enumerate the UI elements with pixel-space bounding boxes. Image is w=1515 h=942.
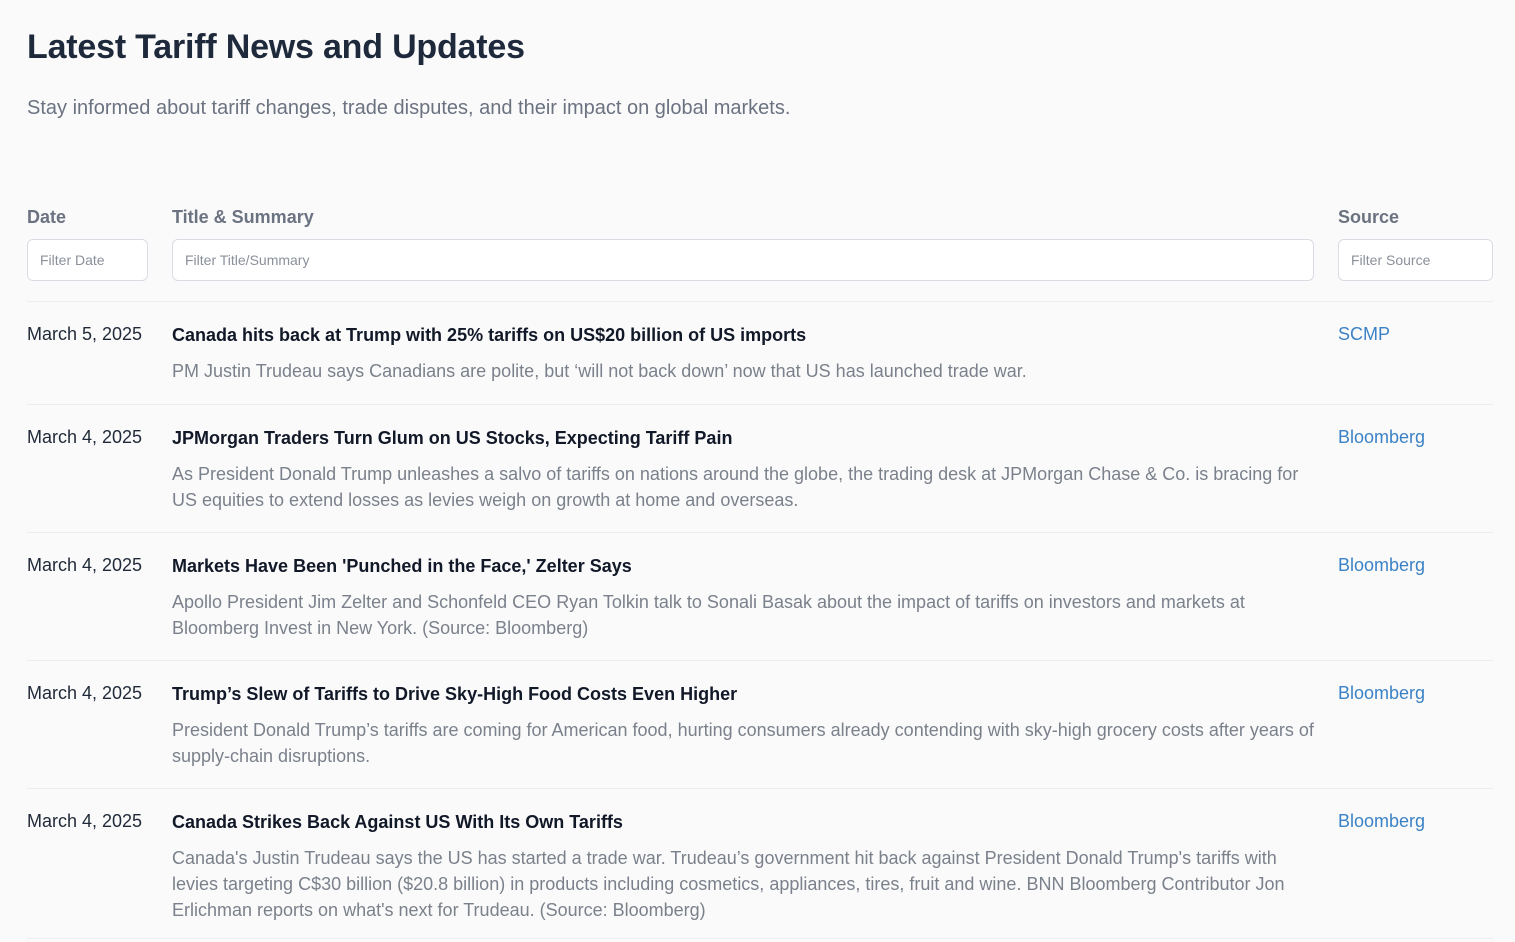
news-row: March 5, 2025 Canada hits back at Trump …	[27, 302, 1493, 405]
news-row: March 4, 2025 JPMorgan Traders Turn Glum…	[27, 405, 1493, 533]
news-summary: Apollo President Jim Zelter and Schonfel…	[172, 592, 1245, 638]
news-date: March 4, 2025	[27, 555, 143, 575]
news-date: March 5, 2025	[27, 324, 143, 344]
news-body: Markets Have Been 'Punched in the Face,'…	[172, 555, 1314, 641]
news-summary: PM Justin Trudeau says Canadians are pol…	[172, 361, 1027, 381]
news-list: March 5, 2025 Canada hits back at Trump …	[27, 301, 1493, 939]
column-header-title-summary[interactable]: Title & Summary	[172, 207, 1314, 228]
news-source-link[interactable]: Bloomberg	[1338, 427, 1425, 448]
page-subtitle: Stay informed about tariff changes, trad…	[27, 97, 791, 119]
news-source-link[interactable]: SCMP	[1338, 324, 1390, 345]
news-source-link[interactable]: Bloomberg	[1338, 555, 1425, 576]
news-summary: President Donald Trump’s tariffs are com…	[172, 720, 1314, 766]
news-body: JPMorgan Traders Turn Glum on US Stocks,…	[172, 427, 1314, 513]
news-date: March 4, 2025	[27, 811, 143, 831]
filter-date-input[interactable]	[27, 239, 148, 281]
news-row: March 4, 2025 Trump’s Slew of Tariffs to…	[27, 661, 1493, 789]
news-row: March 4, 2025 Markets Have Been 'Punched…	[27, 533, 1493, 661]
news-date: March 4, 2025	[27, 427, 143, 447]
filter-bar	[27, 239, 1493, 281]
news-source-link[interactable]: Bloomberg	[1338, 683, 1425, 704]
table-header: Date Title & Summary Source	[27, 207, 1493, 231]
news-row: March 4, 2025 Canada Strikes Back Agains…	[27, 789, 1493, 939]
news-date: March 4, 2025	[27, 683, 143, 703]
page-title: Latest Tariff News and Updates	[27, 28, 525, 66]
news-body: Canada Strikes Back Against US With Its …	[172, 811, 1314, 923]
news-title[interactable]: Canada hits back at Trump with 25% tarif…	[172, 324, 1314, 346]
news-title[interactable]: Canada Strikes Back Against US With Its …	[172, 811, 1314, 833]
news-title[interactable]: JPMorgan Traders Turn Glum on US Stocks,…	[172, 427, 1314, 449]
news-summary: As President Donald Trump unleashes a sa…	[172, 464, 1299, 510]
news-body: Trump’s Slew of Tariffs to Drive Sky-Hig…	[172, 683, 1314, 769]
filter-title-summary-input[interactable]	[172, 239, 1314, 281]
news-title[interactable]: Trump’s Slew of Tariffs to Drive Sky-Hig…	[172, 683, 1314, 705]
news-title[interactable]: Markets Have Been 'Punched in the Face,'…	[172, 555, 1314, 577]
news-body: Canada hits back at Trump with 25% tarif…	[172, 324, 1314, 384]
news-source-link[interactable]: Bloomberg	[1338, 811, 1425, 832]
news-summary: Canada's Justin Trudeau says the US has …	[172, 848, 1285, 920]
column-header-date[interactable]: Date	[27, 207, 148, 228]
column-header-source[interactable]: Source	[1338, 207, 1493, 228]
filter-source-input[interactable]	[1338, 239, 1493, 281]
